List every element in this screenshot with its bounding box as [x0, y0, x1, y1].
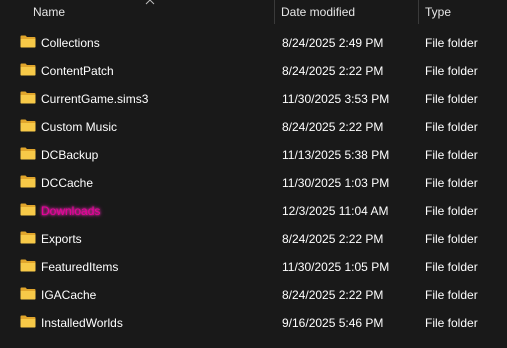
file-row[interactable]: ContentPatch 8/24/2025 2:22 PM File folder	[0, 57, 507, 85]
file-date-modified: 9/16/2025 5:46 PM	[282, 316, 384, 330]
file-name: Collections	[41, 36, 100, 50]
folder-icon	[20, 175, 36, 188]
file-row[interactable]: InstalledWorlds 9/16/2025 5:46 PM File fol…	[0, 309, 507, 337]
folder-icon	[20, 259, 36, 272]
column-divider[interactable]	[418, 0, 419, 24]
column-header-date-modified[interactable]: Date modified	[281, 5, 355, 19]
file-row[interactable]: Downloads 12/3/2025 11:04 AM File folder	[0, 197, 507, 225]
folder-icon	[20, 287, 36, 300]
file-date-modified: 12/3/2025 11:04 AM	[282, 204, 389, 218]
file-type: File folder	[425, 36, 478, 50]
file-name: DCBackup	[41, 148, 99, 162]
file-name: Custom Music	[41, 120, 118, 134]
file-date-modified: 11/30/2025 3:53 PM	[282, 92, 390, 106]
file-date-modified: 8/24/2025 2:22 PM	[282, 288, 384, 302]
file-date-modified: 11/13/2025 5:38 PM	[282, 148, 390, 162]
file-name: InstalledWorlds	[41, 316, 123, 330]
folder-icon	[20, 63, 36, 76]
file-type: File folder	[425, 288, 478, 302]
folder-icon	[20, 231, 36, 244]
file-name: CurrentGame.sims3	[41, 92, 149, 106]
file-date-modified: 8/24/2025 2:22 PM	[282, 64, 384, 78]
folder-icon	[20, 203, 36, 216]
file-type: File folder	[425, 232, 478, 246]
file-type: File folder	[425, 260, 478, 274]
column-header-name[interactable]: Name	[33, 5, 65, 19]
file-name: FeaturedItems	[41, 260, 119, 274]
folder-icon	[20, 119, 36, 132]
file-row[interactable]: DCCache 11/30/2025 1:03 PM File folder	[0, 169, 507, 197]
file-row[interactable]: Collections 8/24/2025 2:49 PM File folder	[0, 29, 507, 57]
file-date-modified: 11/30/2025 1:05 PM	[282, 260, 390, 274]
folder-icon	[20, 35, 36, 48]
file-name: ContentPatch	[41, 64, 114, 78]
file-name: Downloads	[41, 204, 101, 218]
file-row[interactable]: FeaturedItems 11/30/2025 1:05 PM File fold…	[0, 253, 507, 281]
column-header-bar: Name Date modified Type	[0, 0, 507, 24]
file-row[interactable]: Exports 8/24/2025 2:22 PM File folder	[0, 225, 507, 253]
file-date-modified: 8/24/2025 2:22 PM	[282, 120, 384, 134]
file-row[interactable]: Custom Music 8/24/2025 2:22 PM File folder	[0, 113, 507, 141]
file-list: Collections 8/24/2025 2:49 PM File folder C…	[0, 29, 507, 337]
file-date-modified: 8/24/2025 2:22 PM	[282, 232, 384, 246]
file-row[interactable]: IGACache 8/24/2025 2:22 PM File folder	[0, 281, 507, 309]
file-type: File folder	[425, 92, 478, 106]
file-name: Exports	[41, 232, 82, 246]
column-header-type[interactable]: Type	[425, 5, 451, 19]
file-type: File folder	[425, 120, 478, 134]
file-type: File folder	[425, 204, 478, 218]
file-date-modified: 8/24/2025 2:49 PM	[282, 36, 384, 50]
file-type: File folder	[425, 64, 478, 78]
folder-icon	[20, 315, 36, 328]
folder-icon	[20, 91, 36, 104]
sort-ascending-icon	[145, 0, 155, 5]
folder-icon	[20, 147, 36, 160]
file-name: DCCache	[41, 176, 94, 190]
file-row[interactable]: CurrentGame.sims3 11/30/2025 3:53 PM File …	[0, 85, 507, 113]
file-type: File folder	[425, 176, 478, 190]
column-divider[interactable]	[274, 0, 275, 24]
file-date-modified: 11/30/2025 1:03 PM	[282, 176, 390, 190]
file-name: IGACache	[41, 288, 97, 302]
file-type: File folder	[425, 148, 478, 162]
file-row[interactable]: DCBackup 11/13/2025 5:38 PM File folder	[0, 141, 507, 169]
file-type: File folder	[425, 316, 478, 330]
